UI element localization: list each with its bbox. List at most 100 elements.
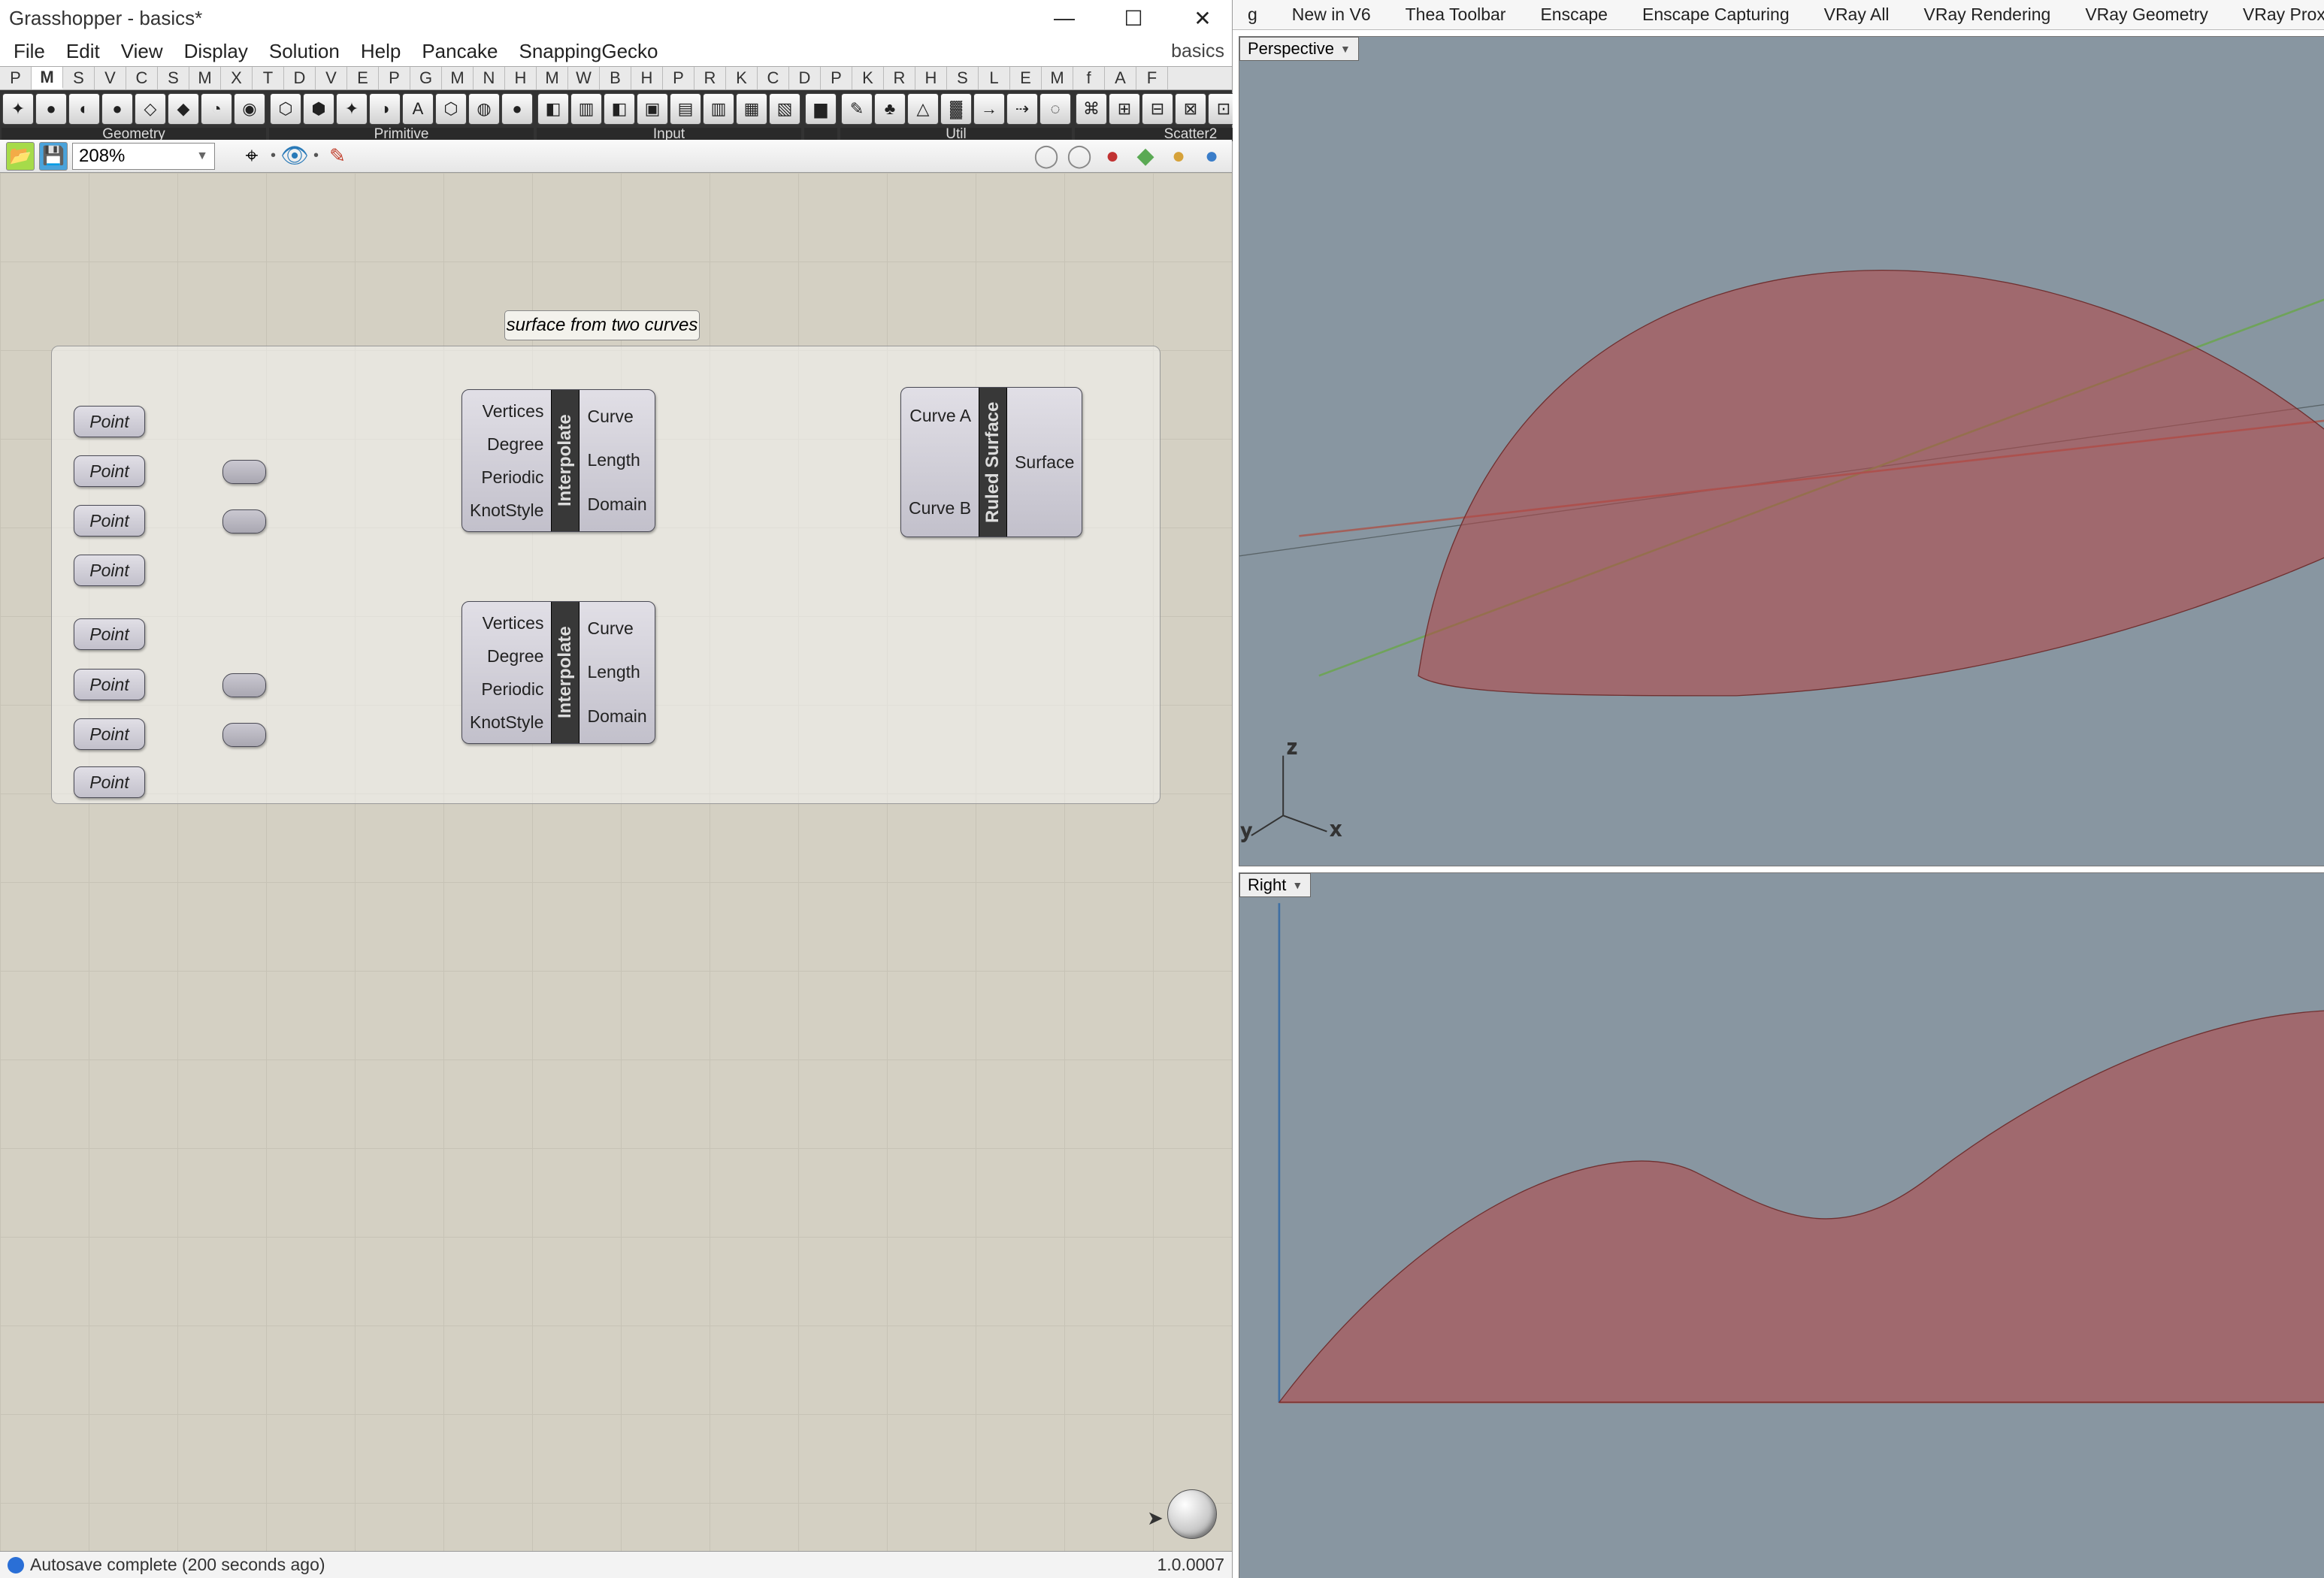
- toolbar-button[interactable]: ◆: [1131, 142, 1160, 171]
- relay-node[interactable]: [222, 723, 266, 747]
- category-tab[interactable]: P: [663, 67, 694, 89]
- ribbon-button[interactable]: ◌: [1039, 93, 1071, 125]
- ribbon-button[interactable]: ⇢: [1006, 93, 1038, 125]
- menu-display[interactable]: Display: [175, 38, 257, 65]
- open-button[interactable]: 📂: [6, 142, 35, 171]
- save-button[interactable]: 💾: [39, 142, 68, 171]
- ribbon-button[interactable]: ▓: [940, 93, 972, 125]
- menu-pancake[interactable]: Pancake: [413, 38, 507, 65]
- rhino-tab[interactable]: Thea Toolbar: [1401, 0, 1511, 29]
- point-node[interactable]: Point: [74, 618, 145, 650]
- node-port[interactable]: Length: [587, 662, 646, 682]
- menu-solution[interactable]: Solution: [260, 38, 349, 65]
- canvas-nav-icon[interactable]: ⌖: [238, 142, 266, 171]
- ribbon-button[interactable]: ✦: [2, 93, 34, 125]
- rhino-tab[interactable]: VRay All: [1820, 0, 1894, 29]
- rhino-tab[interactable]: Enscape: [1536, 0, 1612, 29]
- ribbon-button[interactable]: ⬡: [270, 93, 301, 125]
- category-tab[interactable]: V: [95, 67, 126, 89]
- category-tab[interactable]: H: [505, 67, 537, 89]
- point-node[interactable]: Point: [74, 455, 145, 487]
- canvas-navball[interactable]: ➤: [1167, 1489, 1217, 1539]
- category-tab[interactable]: B: [600, 67, 631, 89]
- node-port[interactable]: Length: [587, 450, 646, 470]
- category-tab[interactable]: C: [126, 67, 158, 89]
- ribbon-button[interactable]: ◔: [201, 93, 232, 125]
- point-node[interactable]: Point: [74, 555, 145, 586]
- rhino-tab[interactable]: VRay Rendering: [1920, 0, 2056, 29]
- rhino-tab[interactable]: VRay Geometry: [2080, 0, 2213, 29]
- node-port[interactable]: Periodic: [470, 679, 543, 700]
- ribbon-button[interactable]: ◉: [234, 93, 265, 125]
- category-tab[interactable]: R: [884, 67, 915, 89]
- ribbon-button[interactable]: ⬢: [303, 93, 334, 125]
- category-tab[interactable]: S: [63, 67, 95, 89]
- ribbon-button[interactable]: ▤: [670, 93, 701, 125]
- category-tab[interactable]: R: [694, 67, 726, 89]
- group-title[interactable]: surface from two curves: [504, 310, 700, 340]
- category-tab[interactable]: W: [568, 67, 600, 89]
- category-tab[interactable]: G: [410, 67, 442, 89]
- category-tab[interactable]: V: [316, 67, 347, 89]
- relay-node[interactable]: [222, 460, 266, 484]
- node-port[interactable]: Domain: [587, 706, 646, 727]
- category-tab[interactable]: M: [1042, 67, 1073, 89]
- menu-help[interactable]: Help: [352, 38, 410, 65]
- point-node[interactable]: Point: [74, 766, 145, 798]
- category-tab[interactable]: S: [947, 67, 979, 89]
- ribbon-button[interactable]: ⊞: [1109, 93, 1140, 125]
- relay-node[interactable]: [222, 509, 266, 534]
- ribbon-button[interactable]: ▥: [703, 93, 734, 125]
- ribbon-button[interactable]: ▥: [570, 93, 602, 125]
- ribbon-button[interactable]: ▆: [805, 93, 837, 125]
- ruled-surface-node[interactable]: Curve ACurve B Ruled Surface Surface: [900, 387, 1082, 537]
- ribbon-button[interactable]: ♣: [874, 93, 906, 125]
- category-tab[interactable]: S: [158, 67, 189, 89]
- ribbon-button[interactable]: ◐: [68, 93, 100, 125]
- node-port[interactable]: Curve: [587, 407, 646, 427]
- category-tab[interactable]: T: [253, 67, 284, 89]
- viewport-label[interactable]: Right ▼: [1239, 873, 1311, 897]
- ribbon-button[interactable]: ●: [501, 93, 533, 125]
- menu-edit[interactable]: Edit: [57, 38, 109, 65]
- node-port[interactable]: Domain: [587, 494, 646, 515]
- ribbon-button[interactable]: ▦: [736, 93, 767, 125]
- ribbon-button[interactable]: ⬡: [435, 93, 467, 125]
- ribbon-button[interactable]: ⊠: [1175, 93, 1206, 125]
- ribbon-button[interactable]: A: [402, 93, 434, 125]
- rhino-tab[interactable]: VRay Proxy: [2238, 0, 2324, 29]
- category-tab[interactable]: H: [915, 67, 947, 89]
- zoom-field[interactable]: 208% ▼: [72, 143, 215, 170]
- node-port[interactable]: Surface: [1015, 452, 1074, 473]
- menu-file[interactable]: File: [5, 38, 54, 65]
- point-node[interactable]: Point: [74, 505, 145, 537]
- category-tab[interactable]: N: [474, 67, 505, 89]
- category-tab[interactable]: X: [221, 67, 253, 89]
- toolbar-button[interactable]: ●: [1098, 142, 1127, 171]
- category-tab[interactable]: K: [726, 67, 758, 89]
- category-tab[interactable]: P: [0, 67, 32, 89]
- ribbon-button[interactable]: ◧: [537, 93, 569, 125]
- toolbar-button[interactable]: ◯: [1065, 142, 1094, 171]
- ribbon-button[interactable]: ⌘: [1076, 93, 1107, 125]
- ribbon-button[interactable]: ▧: [769, 93, 800, 125]
- toolbar-button[interactable]: ●: [1164, 142, 1193, 171]
- gh-titlebar[interactable]: Grasshopper - basics* — ☐ ✕: [0, 0, 1232, 36]
- node-port[interactable]: Degree: [470, 434, 543, 455]
- node-port[interactable]: Curve B: [909, 498, 971, 518]
- ribbon-button[interactable]: ◧: [604, 93, 635, 125]
- gh-canvas[interactable]: surface from two curves Point Point Poin…: [0, 173, 1232, 1551]
- ribbon-button[interactable]: ✎: [841, 93, 873, 125]
- category-tab[interactable]: E: [1010, 67, 1042, 89]
- category-tab[interactable]: A: [1105, 67, 1136, 89]
- category-tab[interactable]: C: [758, 67, 789, 89]
- sketch-icon[interactable]: ✎: [323, 142, 352, 171]
- rhino-tab[interactable]: New in V6: [1288, 0, 1375, 29]
- viewport-label[interactable]: Perspective ▼: [1239, 37, 1359, 61]
- ribbon-button[interactable]: ●: [35, 93, 67, 125]
- category-tab[interactable]: E: [347, 67, 379, 89]
- node-port[interactable]: Periodic: [470, 467, 543, 488]
- ribbon-button[interactable]: △: [907, 93, 939, 125]
- menu-view[interactable]: View: [112, 38, 172, 65]
- category-tab[interactable]: F: [1136, 67, 1168, 89]
